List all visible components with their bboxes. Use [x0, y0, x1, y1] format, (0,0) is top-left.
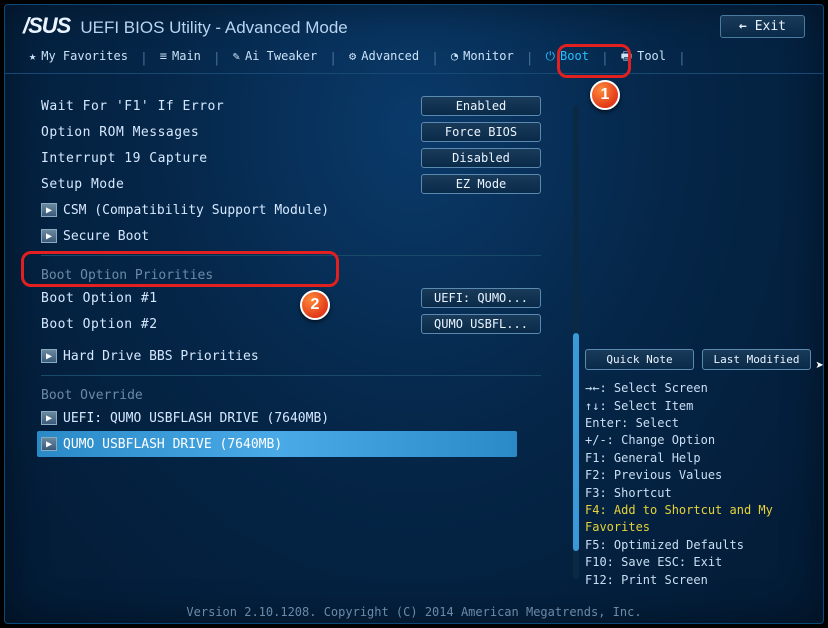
override-2-label: QUMO USBFLASH DRIVE (7640MB) — [63, 437, 282, 452]
tab-main[interactable]: ≡Main — [150, 43, 211, 73]
row-wait-f1[interactable]: Wait For 'F1' If Error Enabled — [41, 93, 565, 119]
int19-label: Interrupt 19 Capture — [41, 151, 421, 166]
tab-ai-tweaker[interactable]: ✎Ai Tweaker — [223, 43, 327, 73]
csm-label: CSM (Compatibility Support Module) — [63, 203, 329, 218]
side-panel: Quick Note Last Modified →←: Select Scre… — [579, 85, 823, 599]
monitor-icon: ◔ — [451, 50, 458, 62]
secure-boot-label: Secure Boot — [63, 229, 149, 244]
exit-button[interactable]: Exit — [720, 15, 805, 38]
wait-f1-label: Wait For 'F1' If Error — [41, 99, 421, 114]
power-icon: ⏻ — [546, 50, 556, 62]
scrollbar[interactable] — [573, 105, 579, 579]
quick-note-button[interactable]: Quick Note — [585, 349, 694, 370]
boot-opt-1-value[interactable]: UEFI: QUMO... — [421, 288, 541, 308]
scroll-thumb[interactable] — [573, 333, 579, 551]
submenu-icon: ▶ — [41, 411, 57, 425]
boot-priorities-title: Boot Option Priorities — [41, 262, 565, 285]
tweak-icon: ✎ — [233, 50, 240, 62]
row-secure-boot[interactable]: ▶ Secure Boot — [41, 223, 565, 249]
row-setup-mode[interactable]: Setup Mode EZ Mode — [41, 171, 565, 197]
footer-version: Version 2.10.1208. Copyright (C) 2014 Am… — [5, 605, 823, 619]
submenu-icon: ▶ — [41, 437, 57, 451]
boot-override-title: Boot Override — [41, 382, 565, 405]
wait-f1-value[interactable]: Enabled — [421, 96, 541, 116]
help-keys: →←: Select Screen ↑↓: Select Item Enter:… — [585, 380, 811, 589]
int19-value[interactable]: Disabled — [421, 148, 541, 168]
tab-advanced[interactable]: ⚙Advanced — [339, 43, 429, 73]
option-rom-label: Option ROM Messages — [41, 125, 421, 140]
utility-title: UEFI BIOS Utility - Advanced Mode — [80, 18, 347, 38]
boot-opt-2-value[interactable]: QUMO USBFL... — [421, 314, 541, 334]
row-csm[interactable]: ▶ CSM (Compatibility Support Module) — [41, 197, 565, 223]
asus-logo: /SUS — [23, 13, 70, 39]
tab-bar: ★My Favorites | ≡Main | ✎Ai Tweaker | ⚙A… — [5, 43, 823, 74]
callout-badge-2: 2 — [300, 290, 330, 320]
tool-icon: 🖶 — [621, 50, 632, 62]
submenu-icon: ▶ — [41, 229, 57, 243]
boot-override-item-1[interactable]: ▶ UEFI: QUMO USBFLASH DRIVE (7640MB) — [41, 405, 565, 431]
divider — [41, 255, 541, 256]
setup-mode-label: Setup Mode — [41, 177, 421, 192]
last-modified-button[interactable]: Last Modified — [702, 349, 811, 370]
title-bar: /SUS UEFI BIOS Utility - Advanced Mode E… — [5, 5, 823, 45]
override-1-label: UEFI: QUMO USBFLASH DRIVE (7640MB) — [63, 411, 329, 426]
submenu-icon: ▶ — [41, 349, 57, 363]
gear-icon: ⚙ — [349, 50, 356, 62]
boot-opt-1-label: Boot Option #1 — [41, 291, 421, 306]
setup-mode-value[interactable]: EZ Mode — [421, 174, 541, 194]
tab-boot[interactable]: ⏻Boot — [536, 43, 599, 73]
row-option-rom[interactable]: Option ROM Messages Force BIOS — [41, 119, 565, 145]
cursor-icon: ➤ — [816, 358, 824, 374]
row-hdd-bbs[interactable]: ▶ Hard Drive BBS Priorities — [41, 343, 565, 369]
row-int19[interactable]: Interrupt 19 Capture Disabled — [41, 145, 565, 171]
option-rom-value[interactable]: Force BIOS — [421, 122, 541, 142]
boot-override-item-2[interactable]: ▶ QUMO USBFLASH DRIVE (7640MB) — [37, 431, 517, 457]
boot-opt-2-label: Boot Option #2 — [41, 317, 421, 332]
star-icon: ★ — [29, 50, 36, 62]
exit-label: Exit — [755, 19, 786, 34]
main-panel: Wait For 'F1' If Error Enabled Option RO… — [5, 85, 573, 599]
divider — [41, 375, 541, 376]
tab-monitor[interactable]: ◔Monitor — [441, 43, 524, 73]
tab-tool[interactable]: 🖶Tool — [611, 43, 676, 73]
hdd-bbs-label: Hard Drive BBS Priorities — [63, 349, 259, 364]
tab-my-favorites[interactable]: ★My Favorites — [19, 43, 138, 73]
callout-badge-1: 1 — [590, 80, 620, 110]
submenu-icon: ▶ — [41, 203, 57, 217]
list-icon: ≡ — [160, 50, 167, 62]
